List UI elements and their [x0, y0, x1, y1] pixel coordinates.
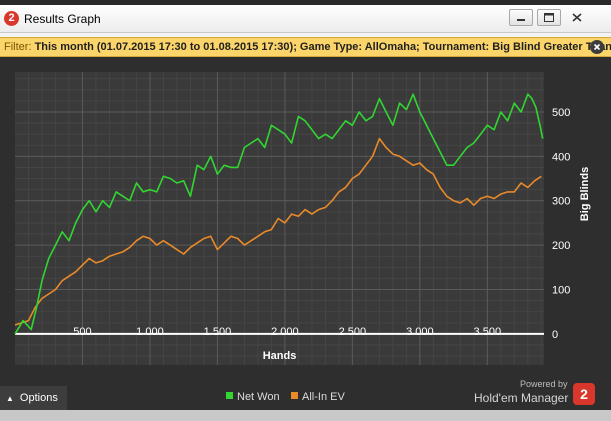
status-bar	[0, 410, 611, 421]
results-graph-window: 2 Results Graph Filter: This month (01.0…	[0, 5, 611, 421]
filter-label: Filter:	[4, 41, 32, 53]
x-tick-label: 3 500	[474, 326, 502, 338]
product-name: Hold'em Manager	[474, 391, 569, 405]
legend-item-all-in-ev[interactable]: All-In EV	[291, 391, 345, 403]
options-label: Options	[19, 392, 58, 404]
close-icon	[572, 13, 582, 22]
y-tick-label: 400	[552, 151, 570, 163]
window-title: Results Graph	[24, 12, 101, 26]
title-bar[interactable]: 2 Results Graph	[0, 5, 611, 33]
y-tick-label: 0	[552, 329, 558, 341]
close-button[interactable]	[565, 9, 589, 26]
options-button[interactable]: ▲ Options	[0, 386, 67, 410]
app-logo-icon: 2	[4, 11, 19, 26]
caret-up-icon: ▲	[6, 394, 14, 403]
y-tick-label: 200	[552, 240, 570, 252]
legend-swatch-all-in-ev	[291, 392, 298, 399]
x-tick-label: 1 000	[136, 326, 164, 338]
x-tick-label: 3 000	[406, 326, 434, 338]
filter-clear-button[interactable]	[590, 40, 604, 54]
minimize-icon	[517, 19, 525, 21]
filter-text: This month (01.07.2015 17:30 to 01.08.20…	[34, 41, 611, 53]
results-chart: 500 1 000 1 500 2 000 2 500 3 000 3 500 0 100 200…	[14, 72, 591, 365]
hm2-logo-icon: 2	[573, 383, 595, 405]
maximize-button[interactable]	[537, 9, 561, 26]
legend-label-net-won: Net Won	[237, 391, 280, 403]
minimize-button[interactable]	[509, 9, 533, 26]
x-tick-label: 2 500	[339, 326, 367, 338]
y-tick-label: 300	[552, 196, 570, 208]
legend-label-all-in-ev: All-In EV	[302, 391, 345, 403]
maximize-icon	[544, 13, 554, 22]
y-tick-label: 100	[552, 285, 570, 297]
x-axis-title: Hands	[263, 350, 297, 362]
legend-swatch-net-won	[226, 392, 233, 399]
x-tick-label: 2 000	[271, 326, 299, 338]
legend-item-net-won[interactable]: Net Won	[226, 391, 280, 403]
filter-bar[interactable]: Filter: This month (01.07.2015 17:30 to …	[0, 37, 611, 57]
x-tick-label: 500	[73, 326, 91, 338]
close-icon	[593, 43, 601, 51]
y-tick-label: 500	[552, 107, 570, 119]
powered-by-text: Powered by	[520, 379, 568, 389]
y-axis-title: Big Blinds	[579, 167, 591, 221]
x-tick-label: 1 500	[204, 326, 232, 338]
chart-panel: 500 1 000 1 500 2 000 2 500 3 000 3 500 0 100 200…	[0, 57, 611, 410]
